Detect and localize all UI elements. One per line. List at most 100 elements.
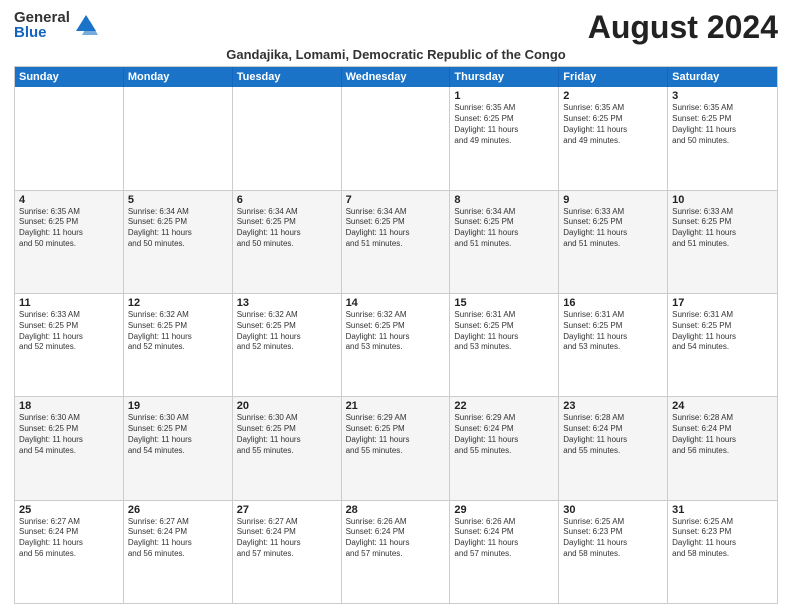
day-number: 6	[237, 194, 337, 206]
calendar-week-1: 1Sunrise: 6:35 AM Sunset: 6:25 PM Daylig…	[15, 87, 777, 190]
logo-general: General	[14, 10, 70, 25]
calendar-cell	[15, 87, 124, 189]
calendar-cell: 1Sunrise: 6:35 AM Sunset: 6:25 PM Daylig…	[450, 87, 559, 189]
day-number: 24	[672, 400, 773, 412]
cell-info: Sunrise: 6:34 AM Sunset: 6:25 PM Dayligh…	[454, 207, 554, 250]
calendar-cell: 20Sunrise: 6:30 AM Sunset: 6:25 PM Dayli…	[233, 397, 342, 499]
day-number: 30	[563, 504, 663, 516]
calendar: Sunday Monday Tuesday Wednesday Thursday…	[14, 66, 778, 604]
calendar-cell: 16Sunrise: 6:31 AM Sunset: 6:25 PM Dayli…	[559, 294, 668, 396]
header-tuesday: Tuesday	[233, 67, 342, 87]
calendar-cell: 10Sunrise: 6:33 AM Sunset: 6:25 PM Dayli…	[668, 191, 777, 293]
calendar-cell: 18Sunrise: 6:30 AM Sunset: 6:25 PM Dayli…	[15, 397, 124, 499]
calendar-cell: 17Sunrise: 6:31 AM Sunset: 6:25 PM Dayli…	[668, 294, 777, 396]
calendar-cell: 22Sunrise: 6:29 AM Sunset: 6:24 PM Dayli…	[450, 397, 559, 499]
cell-info: Sunrise: 6:30 AM Sunset: 6:25 PM Dayligh…	[237, 413, 337, 456]
day-number: 17	[672, 297, 773, 309]
month-year-title: August 2024	[588, 10, 778, 45]
cell-info: Sunrise: 6:31 AM Sunset: 6:25 PM Dayligh…	[454, 310, 554, 353]
logo-area: General Blue	[14, 10, 100, 40]
cell-info: Sunrise: 6:34 AM Sunset: 6:25 PM Dayligh…	[128, 207, 228, 250]
cell-info: Sunrise: 6:27 AM Sunset: 6:24 PM Dayligh…	[128, 517, 228, 560]
calendar-header: Sunday Monday Tuesday Wednesday Thursday…	[15, 67, 777, 87]
cell-info: Sunrise: 6:26 AM Sunset: 6:24 PM Dayligh…	[454, 517, 554, 560]
day-number: 25	[19, 504, 119, 516]
calendar-cell	[124, 87, 233, 189]
calendar-cell: 13Sunrise: 6:32 AM Sunset: 6:25 PM Dayli…	[233, 294, 342, 396]
header-friday: Friday	[559, 67, 668, 87]
calendar-cell: 11Sunrise: 6:33 AM Sunset: 6:25 PM Dayli…	[15, 294, 124, 396]
calendar-body: 1Sunrise: 6:35 AM Sunset: 6:25 PM Daylig…	[15, 87, 777, 603]
calendar-cell: 3Sunrise: 6:35 AM Sunset: 6:25 PM Daylig…	[668, 87, 777, 189]
cell-info: Sunrise: 6:31 AM Sunset: 6:25 PM Dayligh…	[563, 310, 663, 353]
cell-info: Sunrise: 6:29 AM Sunset: 6:24 PM Dayligh…	[454, 413, 554, 456]
cell-info: Sunrise: 6:32 AM Sunset: 6:25 PM Dayligh…	[128, 310, 228, 353]
header-saturday: Saturday	[668, 67, 777, 87]
cell-info: Sunrise: 6:32 AM Sunset: 6:25 PM Dayligh…	[237, 310, 337, 353]
calendar-cell: 5Sunrise: 6:34 AM Sunset: 6:25 PM Daylig…	[124, 191, 233, 293]
day-number: 3	[672, 90, 773, 102]
cell-info: Sunrise: 6:25 AM Sunset: 6:23 PM Dayligh…	[563, 517, 663, 560]
logo-icon	[72, 11, 100, 39]
calendar-cell: 31Sunrise: 6:25 AM Sunset: 6:23 PM Dayli…	[668, 501, 777, 603]
calendar-cell: 15Sunrise: 6:31 AM Sunset: 6:25 PM Dayli…	[450, 294, 559, 396]
title-area: August 2024	[588, 10, 778, 45]
day-number: 31	[672, 504, 773, 516]
day-number: 23	[563, 400, 663, 412]
day-number: 14	[346, 297, 446, 309]
calendar-cell: 30Sunrise: 6:25 AM Sunset: 6:23 PM Dayli…	[559, 501, 668, 603]
calendar-cell: 9Sunrise: 6:33 AM Sunset: 6:25 PM Daylig…	[559, 191, 668, 293]
calendar-cell: 14Sunrise: 6:32 AM Sunset: 6:25 PM Dayli…	[342, 294, 451, 396]
cell-info: Sunrise: 6:27 AM Sunset: 6:24 PM Dayligh…	[237, 517, 337, 560]
cell-info: Sunrise: 6:30 AM Sunset: 6:25 PM Dayligh…	[128, 413, 228, 456]
cell-info: Sunrise: 6:35 AM Sunset: 6:25 PM Dayligh…	[672, 103, 773, 146]
day-number: 5	[128, 194, 228, 206]
cell-info: Sunrise: 6:35 AM Sunset: 6:25 PM Dayligh…	[454, 103, 554, 146]
header-thursday: Thursday	[450, 67, 559, 87]
cell-info: Sunrise: 6:33 AM Sunset: 6:25 PM Dayligh…	[563, 207, 663, 250]
day-number: 21	[346, 400, 446, 412]
cell-info: Sunrise: 6:33 AM Sunset: 6:25 PM Dayligh…	[19, 310, 119, 353]
header: General Blue August 2024	[14, 10, 778, 45]
day-number: 27	[237, 504, 337, 516]
logo-blue: Blue	[14, 25, 70, 40]
day-number: 20	[237, 400, 337, 412]
cell-info: Sunrise: 6:26 AM Sunset: 6:24 PM Dayligh…	[346, 517, 446, 560]
cell-info: Sunrise: 6:34 AM Sunset: 6:25 PM Dayligh…	[346, 207, 446, 250]
day-number: 26	[128, 504, 228, 516]
day-number: 4	[19, 194, 119, 206]
cell-info: Sunrise: 6:35 AM Sunset: 6:25 PM Dayligh…	[563, 103, 663, 146]
day-number: 2	[563, 90, 663, 102]
calendar-cell: 7Sunrise: 6:34 AM Sunset: 6:25 PM Daylig…	[342, 191, 451, 293]
day-number: 16	[563, 297, 663, 309]
day-number: 11	[19, 297, 119, 309]
cell-info: Sunrise: 6:35 AM Sunset: 6:25 PM Dayligh…	[19, 207, 119, 250]
calendar-week-4: 18Sunrise: 6:30 AM Sunset: 6:25 PM Dayli…	[15, 397, 777, 500]
header-monday: Monday	[124, 67, 233, 87]
day-number: 29	[454, 504, 554, 516]
day-number: 19	[128, 400, 228, 412]
calendar-cell: 26Sunrise: 6:27 AM Sunset: 6:24 PM Dayli…	[124, 501, 233, 603]
calendar-cell: 19Sunrise: 6:30 AM Sunset: 6:25 PM Dayli…	[124, 397, 233, 499]
calendar-cell: 24Sunrise: 6:28 AM Sunset: 6:24 PM Dayli…	[668, 397, 777, 499]
calendar-cell: 12Sunrise: 6:32 AM Sunset: 6:25 PM Dayli…	[124, 294, 233, 396]
calendar-cell: 28Sunrise: 6:26 AM Sunset: 6:24 PM Dayli…	[342, 501, 451, 603]
calendar-week-5: 25 Sunrise: 6:27 AM Sunset: 6:24 PM Dayli…	[15, 501, 777, 603]
calendar-cell: 25Sunrise: 6:27 AM Sunset: 6:24 PM Dayli…	[15, 501, 124, 603]
logo-text: General Blue	[14, 10, 70, 40]
day-number: 22	[454, 400, 554, 412]
calendar-cell: 29Sunrise: 6:26 AM Sunset: 6:24 PM Dayli…	[450, 501, 559, 603]
calendar-cell: 4Sunrise: 6:35 AM Sunset: 6:25 PM Daylig…	[15, 191, 124, 293]
header-sunday: Sunday	[15, 67, 124, 87]
cell-info: Sunrise: 6:33 AM Sunset: 6:25 PM Dayligh…	[672, 207, 773, 250]
calendar-week-3: 11Sunrise: 6:33 AM Sunset: 6:25 PM Dayli…	[15, 294, 777, 397]
calendar-cell	[233, 87, 342, 189]
header-wednesday: Wednesday	[342, 67, 451, 87]
day-number: 10	[672, 194, 773, 206]
day-number: 9	[563, 194, 663, 206]
calendar-cell: 23Sunrise: 6:28 AM Sunset: 6:24 PM Dayli…	[559, 397, 668, 499]
calendar-week-2: 4Sunrise: 6:35 AM Sunset: 6:25 PM Daylig…	[15, 191, 777, 294]
day-number: 13	[237, 297, 337, 309]
calendar-cell: 21Sunrise: 6:29 AM Sunset: 6:25 PM Dayli…	[342, 397, 451, 499]
day-number: 8	[454, 194, 554, 206]
